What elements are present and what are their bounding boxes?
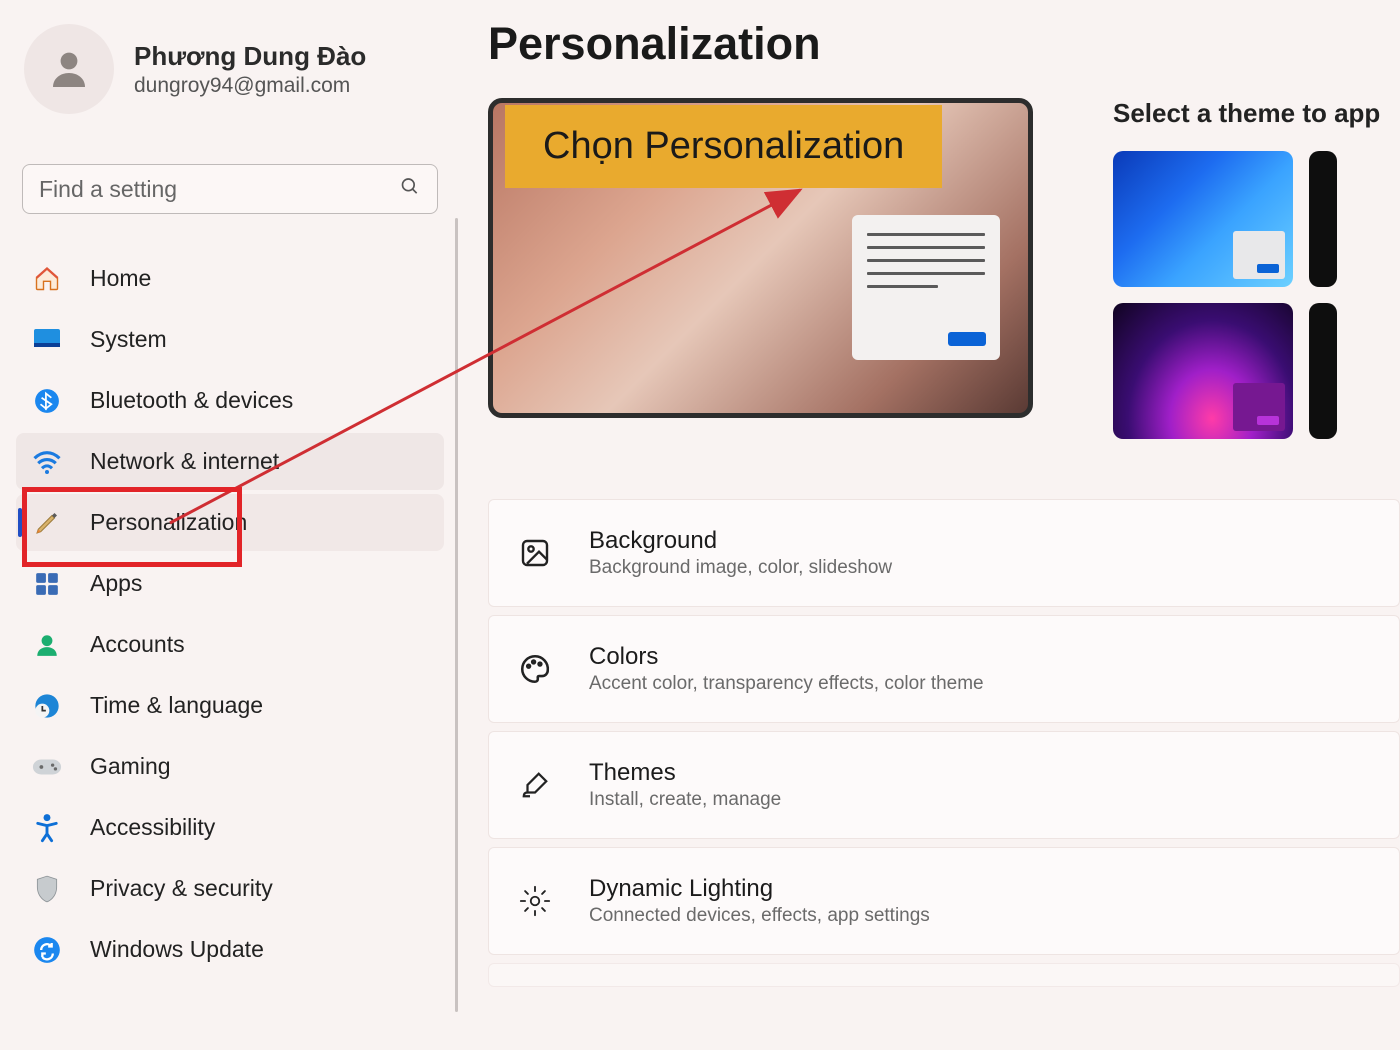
themes-heading: Select a theme to app <box>1113 98 1400 129</box>
setting-row-dynamic-lighting[interactable]: Dynamic Lighting Connected devices, effe… <box>488 847 1400 955</box>
sidebar-item-privacy[interactable]: Privacy & security <box>16 860 444 917</box>
setting-desc: Accent color, transparency effects, colo… <box>589 673 984 695</box>
theme-card-glow[interactable] <box>1113 303 1293 439</box>
sidebar-item-label: Network & internet <box>90 448 279 475</box>
shield-icon <box>32 874 62 904</box>
accounts-icon <box>32 630 62 660</box>
sidebar-item-apps[interactable]: Apps <box>16 555 444 612</box>
sidebar-item-gaming[interactable]: Gaming <box>16 738 444 795</box>
sidebar-item-label: Home <box>90 265 151 292</box>
sidebar-nav: Home System Bluetooth & devices Network … <box>16 250 444 978</box>
sidebar-item-system[interactable]: System <box>16 311 444 368</box>
search-input[interactable] <box>22 164 438 214</box>
brush-icon <box>517 767 553 803</box>
wifi-icon <box>32 447 62 477</box>
annotation-callout: Chọn Personalization <box>505 105 942 188</box>
sidebar-item-label: Gaming <box>90 753 171 780</box>
sidebar-item-home[interactable]: Home <box>16 250 444 307</box>
settings-list: Background Background image, color, slid… <box>488 499 1400 987</box>
sidebar-item-label: Time & language <box>90 692 263 719</box>
theme-card-extra[interactable] <box>1309 303 1337 439</box>
theme-card-light[interactable] <box>1113 151 1293 287</box>
avatar-icon <box>45 45 93 93</box>
themes-grid <box>1113 151 1400 439</box>
setting-row-background[interactable]: Background Background image, color, slid… <box>488 499 1400 607</box>
sidebar-item-accounts[interactable]: Accounts <box>16 616 444 673</box>
setting-desc: Background image, color, slideshow <box>589 557 892 579</box>
sidebar-item-label: Accessibility <box>90 814 215 841</box>
sidebar-item-update[interactable]: Windows Update <box>16 921 444 978</box>
user-name: Phương Dung Đào <box>134 41 366 72</box>
preview-window-icon <box>852 215 1000 360</box>
sidebar-scrollbar[interactable] <box>455 218 458 1012</box>
accessibility-icon <box>32 813 62 843</box>
sidebar-item-accessibility[interactable]: Accessibility <box>16 799 444 856</box>
sidebar-item-label: Accounts <box>90 631 185 658</box>
clock-globe-icon <box>32 691 62 721</box>
sidebar-item-label: Personalization <box>90 509 247 536</box>
apps-icon <box>32 569 62 599</box>
sidebar-item-personalization[interactable]: Personalization <box>16 494 444 551</box>
palette-icon <box>517 651 553 687</box>
search-wrap <box>22 164 438 214</box>
setting-row-colors[interactable]: Colors Accent color, transparency effect… <box>488 615 1400 723</box>
sidebar-item-label: Bluetooth & devices <box>90 387 293 414</box>
setting-title: Background <box>589 527 892 555</box>
paintbrush-icon <box>32 508 62 538</box>
setting-row-themes[interactable]: Themes Install, create, manage <box>488 731 1400 839</box>
sidebar-item-bluetooth[interactable]: Bluetooth & devices <box>16 372 444 429</box>
system-icon <box>32 325 62 355</box>
setting-desc: Connected devices, effects, app settings <box>589 905 930 927</box>
sidebar-item-label: Apps <box>90 570 142 597</box>
home-icon <box>32 264 62 294</box>
avatar <box>24 24 114 114</box>
user-block[interactable]: Phương Dung Đào dungroy94@gmail.com <box>24 24 444 114</box>
setting-row-partial[interactable] <box>488 963 1400 987</box>
annotation-label: Chọn Personalization <box>543 125 904 167</box>
themes-column: Select a theme to app <box>1113 98 1400 439</box>
sidebar-item-label: Windows Update <box>90 936 264 963</box>
setting-title: Colors <box>589 643 984 671</box>
theme-card-dark[interactable] <box>1309 151 1337 287</box>
setting-title: Dynamic Lighting <box>589 875 930 903</box>
sidebar-item-label: System <box>90 326 167 353</box>
search-icon <box>400 177 420 202</box>
sidebar-item-label: Privacy & security <box>90 875 273 902</box>
user-text: Phương Dung Đào dungroy94@gmail.com <box>134 41 366 98</box>
image-icon <box>517 535 553 571</box>
setting-title: Themes <box>589 759 781 787</box>
user-email: dungroy94@gmail.com <box>134 74 366 98</box>
sidebar: Phương Dung Đào dungroy94@gmail.com Home <box>0 0 460 1050</box>
bluetooth-icon <box>32 386 62 416</box>
setting-desc: Install, create, manage <box>589 789 781 811</box>
page-title: Personalization <box>488 18 1400 70</box>
gamepad-icon <box>32 752 62 782</box>
sidebar-item-network[interactable]: Network & internet <box>16 433 444 490</box>
update-icon <box>32 935 62 965</box>
sidebar-item-time[interactable]: Time & language <box>16 677 444 734</box>
sparkle-icon <box>517 883 553 919</box>
